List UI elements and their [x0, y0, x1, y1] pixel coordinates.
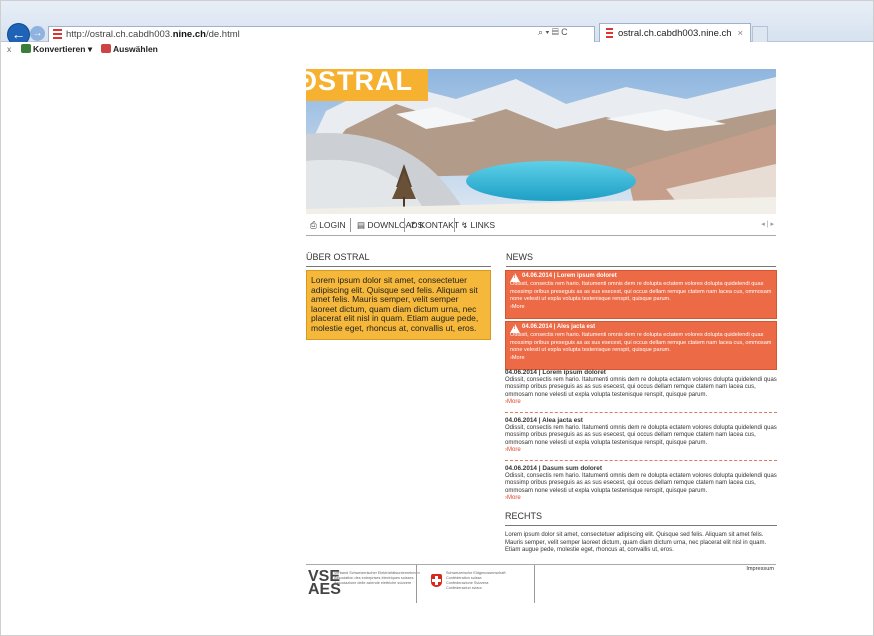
rechts-text: Lorem ipsum dolor sit amet, consectetuer… [505, 532, 767, 554]
phone-icon: ✆ [410, 220, 418, 230]
news-alert: 04.06.2014 | Ales jacta est Odissit, con… [505, 321, 777, 370]
link-icon: ↯ [461, 220, 469, 230]
convert-label: Konvertieren [33, 44, 86, 54]
select-icon [101, 44, 111, 53]
header-image: ʘSTRAL [306, 69, 776, 214]
tab-favicon-icon [606, 28, 613, 38]
chevron-down-icon: ▾ [87, 44, 93, 54]
command-bar-close-icon[interactable]: x [7, 42, 11, 57]
news-heading: NEWS [506, 252, 776, 267]
site-favicon-icon [53, 29, 62, 40]
news-more-link[interactable]: ›More [505, 447, 777, 455]
rechts-heading: RECHTS [505, 511, 777, 526]
footer-divider [534, 565, 535, 603]
menu-item-links[interactable]: ↯ LINKS [461, 215, 495, 235]
alert-body: Odissit, consectis rem hario. Itatumenti… [510, 281, 772, 311]
news-more-link[interactable]: ›More [505, 495, 777, 503]
news-divider [505, 460, 777, 461]
logo-text: ʘSTRAL [306, 69, 413, 96]
menu-divider [454, 218, 455, 232]
tab-title: ostral.ch.cabdh003.nine.ch [618, 28, 732, 39]
url-prefix: http://ostral.ch.cabdh003. [66, 29, 173, 40]
main-menu: ⎙ LOGIN ▤ DOWNLOADS ✆ KONTAKT ↯ LINKS ◂ … [306, 215, 776, 236]
menu-label: LINKS [470, 220, 496, 230]
convert-button[interactable]: Konvertieren ▾ [21, 42, 92, 57]
news-item: 04.06.2014 | Dasum sum doloret Odissit, … [505, 465, 777, 503]
new-tab-button[interactable] [752, 26, 768, 43]
news-more-link[interactable]: ›More [505, 399, 777, 407]
menu-divider [350, 218, 351, 232]
alert-text: Odissit, consectis rem hario. Itatumenti… [510, 332, 772, 353]
news-text: Odissit, consectis rem hario. Itatumenti… [505, 472, 777, 494]
forward-arrow-icon[interactable]: → [30, 26, 45, 41]
select-label: Auswählen [113, 44, 158, 54]
menu-item-kontakt[interactable]: ✆ KONTAKT [410, 215, 459, 235]
alert-title: 04.06.2014 | Ales jacta est [522, 324, 596, 330]
browser-tab[interactable]: ostral.ch.cabdh003.nine.ch × [599, 23, 751, 43]
url-host: nine.ch [172, 29, 206, 40]
news-alert: 04.06.2014 | Lorem ipsum doloret Odissit… [505, 270, 777, 319]
alert-text: Odissit, consectis rem hario. Itatumenti… [510, 281, 772, 302]
address-bar-actions[interactable]: ⌕ ▾ ▤ C [538, 27, 568, 38]
menu-label: LOGIN [319, 220, 346, 230]
url-path: /de.html [205, 29, 240, 40]
news-text: Odissit, consectis rem hario. Itatumenti… [505, 376, 777, 398]
browser-toolbar: ← → http://ostral.ch.cabdh003.nine.ch/de… [1, 1, 873, 46]
news-item: 04.06.2014 | Alea jacta est Odissit, con… [505, 417, 777, 455]
slider-pager[interactable]: ◂ | ▸ [761, 215, 774, 235]
alert-body: Odissit, consectis rem hario. Itatumenti… [510, 332, 772, 362]
footer-divider [416, 565, 417, 603]
impressum-link[interactable]: Impressum [746, 566, 774, 572]
menu-item-login[interactable]: ⎙ LOGIN [310, 215, 346, 235]
news-divider [505, 412, 777, 413]
menu-divider [404, 218, 405, 232]
address-bar[interactable]: http://ostral.ch.cabdh003.nine.ch/de.htm… [48, 26, 595, 43]
confederation-text: Schweizerische Eidgenossenschaft Confédé… [446, 571, 506, 590]
footer: VSE AES Verband Schweizerischer Elektriz… [306, 564, 776, 603]
swiss-coat-of-arms-icon [431, 574, 442, 587]
alert-more-link[interactable]: ›More [510, 304, 525, 310]
select-button[interactable]: Auswählen [101, 42, 158, 57]
news-title[interactable]: 04.06.2014 | Alea jacta est [505, 417, 777, 425]
news-title[interactable]: 04.06.2014 | Lorem ipsum doloret [505, 369, 777, 377]
tab-close-icon[interactable]: × [737, 24, 743, 43]
vse-org-text: Verband Schweizerischer Elektrizitätsunt… [334, 571, 420, 585]
lock-icon: ⎙ [310, 220, 317, 230]
ostral-logo[interactable]: ʘSTRAL [306, 69, 428, 101]
alert-more-link[interactable]: ›More [510, 355, 525, 361]
news-item: 04.06.2014 | Lorem ipsum doloret Odissit… [505, 369, 777, 407]
news-title[interactable]: 04.06.2014 | Dasum sum doloret [505, 465, 777, 473]
document-icon: ▤ [357, 220, 366, 230]
about-box: Lorem ipsum dolor sit amet, consectetuer… [306, 270, 491, 340]
browser-window: ← → http://ostral.ch.cabdh003.nine.ch/de… [0, 0, 874, 636]
news-text: Odissit, consectis rem hario. Itatumenti… [505, 424, 777, 446]
command-bar: x Konvertieren ▾ Auswählen [1, 42, 873, 57]
alert-title: 04.06.2014 | Lorem ipsum doloret [522, 273, 617, 279]
convert-icon [21, 44, 31, 53]
about-heading: ÜBER OSTRAL [306, 252, 491, 267]
